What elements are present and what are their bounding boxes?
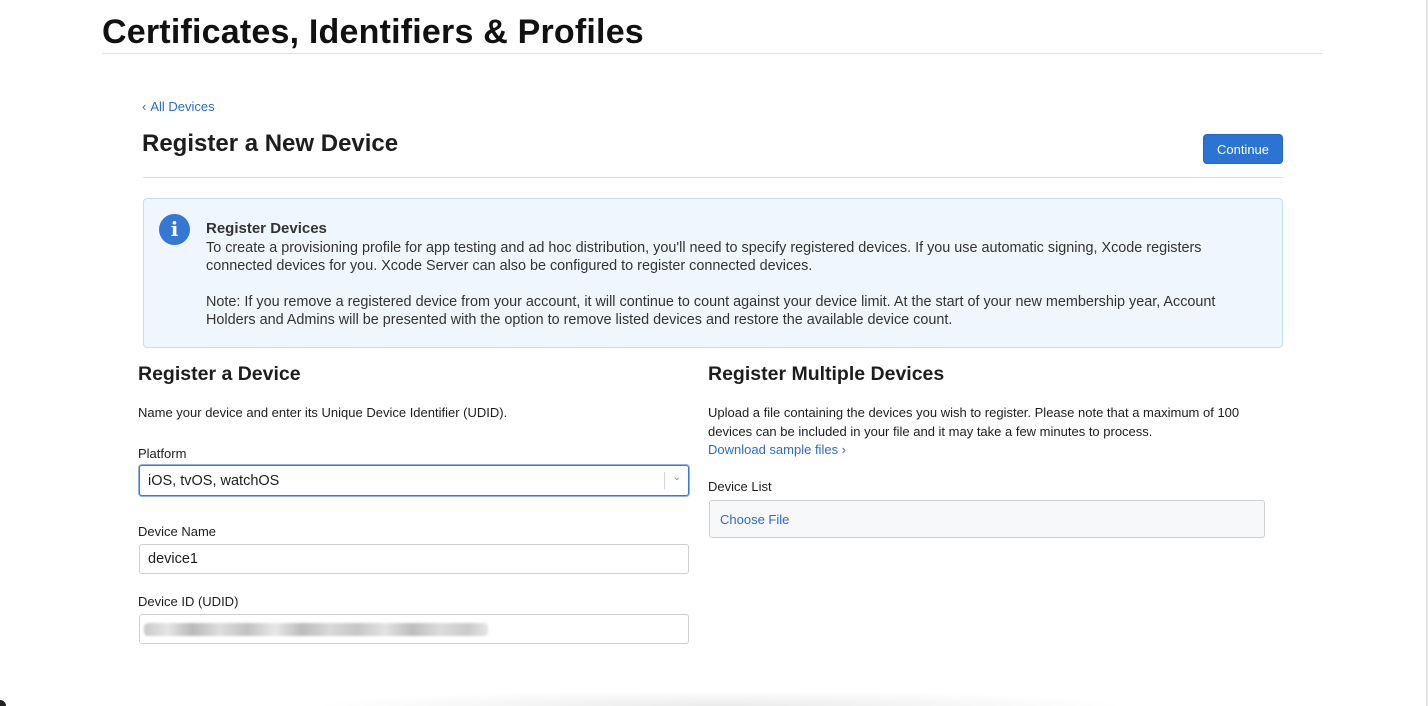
device-name-input[interactable]: device1 [139,544,689,574]
title-divider [102,53,1323,54]
back-link-label: All Devices [150,99,215,114]
device-id-input[interactable] [139,614,689,644]
section-divider [143,177,1283,178]
section-title: Register a New Device [142,130,399,157]
bottom-panel-shadow [310,690,1130,706]
choose-file-button[interactable]: Choose File [720,512,789,527]
info-paragraph: To create a provisioning profile for app… [206,240,1202,274]
device-id-label: Device ID (UDID) [138,594,239,609]
window-corner [0,700,6,706]
info-icon: i [159,214,190,245]
info-banner: i Register Devices To create a provision… [143,198,1283,348]
info-title: Register Devices [206,220,327,237]
device-name-value: device1 [148,551,198,567]
register-multiple-description: Upload a file containing the devices you… [708,405,1240,439]
platform-selected-value: iOS, tvOS, watchOS [148,473,280,489]
device-list-file-input[interactable]: Choose File [709,500,1265,538]
chevron-down-icon: ⌄ [672,472,681,483]
back-to-all-devices-link[interactable]: ‹ All Devices [142,99,215,114]
register-multiple-title: Register Multiple Devices [708,363,945,385]
chevron-left-icon: ‹ [142,99,147,114]
select-divider [664,472,665,489]
register-device-title: Register a Device [138,363,301,385]
redacted-udid-value [144,623,488,636]
device-name-label: Device Name [138,524,217,539]
continue-button[interactable]: Continue [1203,134,1283,164]
platform-label: Platform [138,446,187,461]
page-title: Certificates, Identifiers & Profiles [102,13,644,51]
download-sample-files-link[interactable]: Download sample files › [708,442,846,457]
device-list-label: Device List [708,479,772,494]
register-device-description: Name your device and enter its Unique De… [138,405,508,420]
info-note-paragraph: Note: If you remove a registered device … [206,294,1216,328]
platform-select[interactable]: iOS, tvOS, watchOS ⌄ [139,465,689,496]
